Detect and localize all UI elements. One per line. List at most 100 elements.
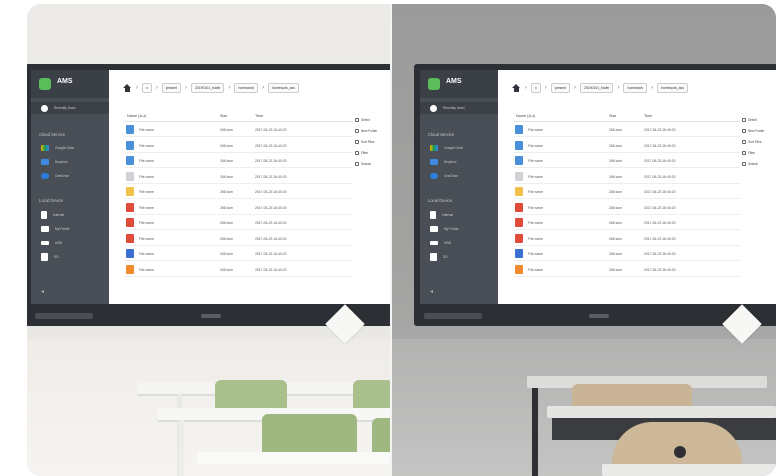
chevron-right-icon: › [136, 85, 138, 91]
breadcrumb: › x › present › 20190101_folder › homewo… [512, 83, 688, 93]
sidebar-item-usb[interactable]: USB [430, 239, 451, 247]
select-action[interactable]: Select [355, 114, 389, 125]
table-row[interactable]: File name 266 kom 2017-06-23 16:40:20 [514, 138, 740, 153]
file-name: File name [528, 190, 543, 194]
breadcrumb-item[interactable]: 20190101_folder [191, 83, 225, 93]
sidebar-item-dropbox[interactable]: Dropbox [430, 158, 456, 166]
filter-action[interactable]: Filter [742, 147, 776, 158]
table-row[interactable]: File name 266 kom 2017-06-23 16:40:20 [125, 184, 353, 199]
sidebar-item-internal[interactable]: Internal [430, 211, 453, 219]
home-icon[interactable] [512, 84, 521, 92]
sidebar-item-onedrive[interactable]: OneDrive [41, 172, 69, 180]
usb-icon [41, 241, 49, 245]
file-name: File name [139, 267, 154, 272]
file-time: 2017-06-23 16:40:20 [644, 159, 676, 163]
column-name-header[interactable]: Name (A-z) [516, 114, 535, 118]
table-row[interactable]: File name 266 kom 2017-06-23 16:40:20 [125, 262, 353, 277]
file-size: 266 kom [609, 128, 623, 132]
back-arrow-icon[interactable]: ◂ [41, 288, 44, 295]
column-name-header[interactable]: Name (A-z) [127, 114, 146, 118]
sidebar-item-my-folder[interactable]: My Folder [41, 225, 70, 233]
desk-leg [179, 420, 184, 476]
breadcrumb-ellipsis[interactable]: x [142, 83, 152, 93]
select-icon [355, 117, 359, 122]
chevron-right-icon: › [525, 85, 527, 91]
action-label: New Folder [748, 128, 765, 133]
table-row[interactable]: File name 266 kom 2017-06-23 16:40:20 [514, 122, 740, 137]
sidebar-row-recent[interactable]: Recently Used [41, 104, 75, 112]
table-row[interactable]: File name 266 kom 2017-06-23 16:40:20 [125, 231, 353, 246]
sidebar-item-sd[interactable]: SD [41, 253, 59, 261]
file-size: 266 kom [220, 143, 234, 148]
sidebar-item-internal[interactable]: Internal [41, 211, 64, 219]
sidebar-item-usb[interactable]: USB [41, 239, 62, 247]
file-sidebar: AMS Recently Used Cloud Service Google D… [420, 70, 498, 304]
sidebar-item-my-folder[interactable]: My Folder [430, 225, 459, 233]
file-name: File name [139, 190, 154, 194]
column-time-header[interactable]: Time [644, 114, 652, 118]
table-row[interactable]: File name 266 kom 2017-06-23 16:40:20 [514, 246, 740, 261]
search-action[interactable]: Search [742, 158, 776, 169]
home-icon[interactable] [123, 84, 132, 92]
table-row[interactable]: File name 266 kom 2017-06-23 16:40:20 [514, 153, 740, 168]
filter-icon [355, 150, 359, 155]
table-row[interactable]: File name 266 kom 2017-06-23 16:40:20 [125, 215, 353, 230]
file-name: File name [528, 221, 543, 225]
breadcrumb-ellipsis[interactable]: x [531, 83, 541, 93]
breadcrumb-item[interactable]: present [161, 83, 182, 93]
onedrive-icon [430, 173, 438, 179]
file-time: 2017-06-23 16:40:20 [644, 205, 676, 210]
table-row[interactable]: File name 266 kom 2017-06-23 16:40:20 [125, 169, 353, 184]
column-size-header[interactable]: Size [609, 114, 616, 118]
sidebar-item-onedrive[interactable]: OneDrive [430, 172, 458, 180]
table-row[interactable]: File name 266 kom 2017-06-23 16:40:20 [125, 122, 353, 137]
table-row[interactable]: File name 266 kom 2017-06-23 16:40:20 [125, 153, 353, 168]
column-time-header[interactable]: Time [255, 114, 263, 118]
search-action[interactable]: Search [355, 158, 389, 169]
breadcrumb-item[interactable]: 20190101_folder [580, 83, 614, 93]
file-name: File name [139, 252, 154, 256]
new-folder-action[interactable]: New Folder [742, 125, 776, 136]
sidebar-label: USB [55, 241, 62, 245]
select-action[interactable]: Select [742, 114, 776, 125]
breadcrumb-item[interactable]: homework [623, 83, 648, 93]
sidebar-item-google-drive[interactable]: Google Drive [41, 144, 74, 152]
breadcrumb-item[interactable]: homework_ass [657, 83, 688, 93]
action-panel: Select New Folder Sort Files Filter Sear… [742, 114, 776, 169]
file-size: 266 kom [609, 174, 623, 179]
chair-back [353, 380, 390, 410]
table-row[interactable]: File name 266 kom 2017-06-23 16:40:20 [125, 246, 353, 261]
file-name: File name [139, 159, 154, 163]
file-name: File name [139, 205, 154, 210]
back-arrow-icon[interactable]: ◂ [430, 288, 433, 295]
sidebar-item-sd[interactable]: SD [430, 253, 448, 261]
table-row[interactable]: File name 266 kom 2017-06-23 16:40:20 [514, 215, 740, 230]
breadcrumb-item[interactable]: homework [234, 83, 259, 93]
sidebar-item-google-drive[interactable]: Google Drive [430, 144, 463, 152]
file-type-icon [515, 156, 523, 165]
filter-action[interactable]: Filter [355, 147, 389, 158]
action-label: Sort Files [748, 139, 762, 144]
table-row[interactable]: File name 266 kom 2017-06-23 16:40:20 [514, 169, 740, 184]
table-row[interactable]: File name 266 kom 2017-06-23 16:40:20 [514, 262, 740, 277]
table-row[interactable]: File name 266 kom 2017-06-23 16:40:20 [125, 200, 353, 215]
sidebar-label: Recently Used [54, 106, 76, 110]
sort-action[interactable]: Sort Files [742, 136, 776, 147]
interactive-display: AMS Recently Used Cloud Service Google D… [414, 64, 776, 326]
file-time: 2017-06-23 16:40:20 [255, 128, 287, 132]
table-row[interactable]: File name 266 kom 2017-06-23 16:40:20 [125, 138, 353, 153]
file-size: 266 kom [609, 221, 623, 225]
table-row[interactable]: File name 266 kom 2017-06-23 16:40:20 [514, 231, 740, 246]
breadcrumb-item[interactable]: present [550, 83, 571, 93]
breadcrumb-item[interactable]: homework_ass [268, 83, 299, 93]
sidebar-item-dropbox[interactable]: Dropbox [41, 158, 67, 166]
desk [547, 406, 776, 418]
new-folder-action[interactable]: New Folder [355, 125, 389, 136]
table-row[interactable]: File name 266 kom 2017-06-23 16:40:20 [514, 200, 740, 215]
sidebar-row-recent[interactable]: Recently Used [430, 104, 464, 112]
table-row[interactable]: File name 266 kom 2017-06-23 16:40:20 [514, 184, 740, 199]
file-size: 266 kom [609, 205, 623, 210]
column-size-header[interactable]: Size [220, 114, 227, 118]
sort-action[interactable]: Sort Files [355, 136, 389, 147]
file-name: File name [528, 205, 543, 210]
